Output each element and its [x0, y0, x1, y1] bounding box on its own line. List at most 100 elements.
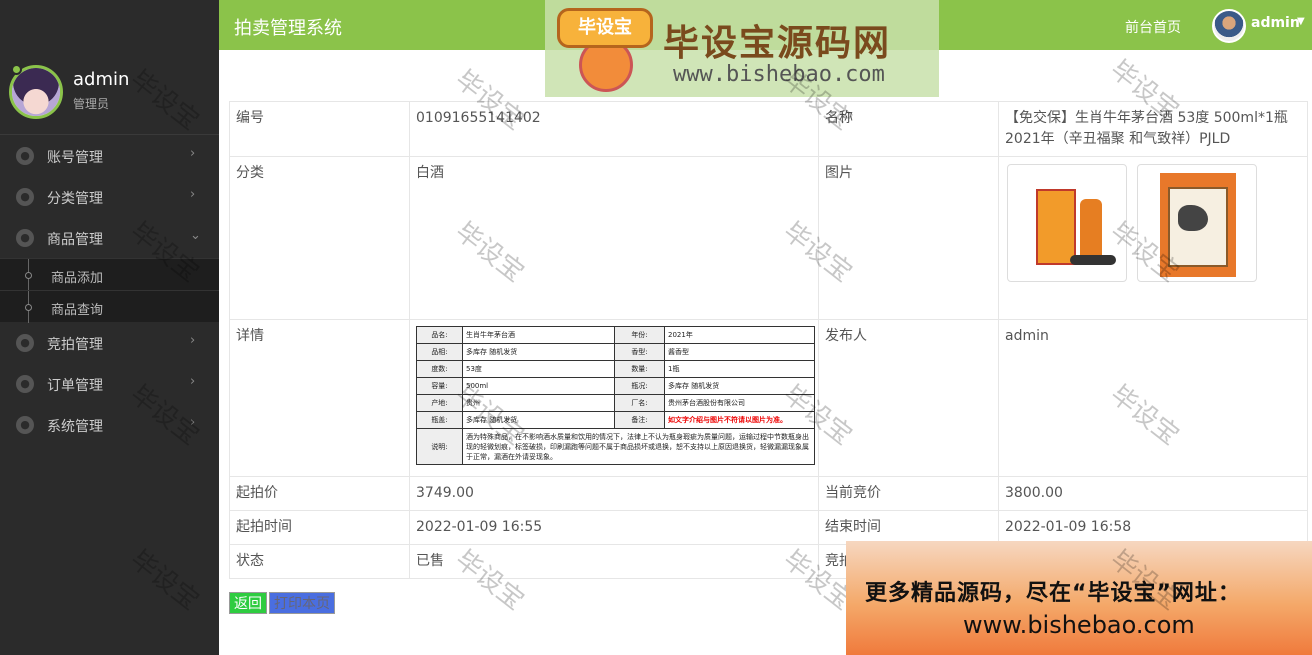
sidebar-item-account[interactable]: ● 账号管理 › — [0, 135, 219, 176]
product-label-art — [1178, 205, 1208, 231]
app-title: 拍卖管理系统 — [234, 18, 342, 39]
globe-icon: ● — [16, 188, 34, 206]
mascot-icon: 毕设宝 — [557, 8, 653, 92]
spec-value: 2021年 — [664, 326, 815, 344]
sidebar-item-label: 分类管理 — [47, 191, 103, 207]
value-start-time: 2022-01-09 16:55 — [409, 510, 819, 545]
watermark-title: 毕设宝源码网 — [663, 23, 892, 64]
product-image[interactable] — [1137, 164, 1257, 282]
promo-line: 更多精品源码，尽在“毕设宝”网址： — [865, 581, 1241, 606]
spec-key: 数量: — [614, 360, 665, 378]
spec-row: 瓶盖: 多库存 随机发货 备注: 如文字介绍与图片不符请以图片为准。 — [416, 411, 815, 429]
spec-value: 贵州茅台酒股份有限公司 — [664, 394, 815, 412]
spec-key: 年份: — [614, 326, 665, 344]
spec-key: 容量: — [416, 377, 463, 395]
value-end-time: 2022-01-09 16:58 — [998, 510, 1308, 545]
caret-down-icon[interactable]: ▼ — [1297, 16, 1305, 27]
spec-key: 度数: — [416, 360, 463, 378]
spec-value: 53度 — [462, 360, 615, 378]
spec-key: 瓶盖: — [416, 411, 463, 429]
value-name: 【免交保】生肖牛年茅台酒 53度 500ml*1瓶 2021年（辛丑福聚 和气致… — [998, 101, 1308, 157]
back-button[interactable]: 返回 — [229, 592, 267, 614]
sidebar-item-category[interactable]: ● 分类管理 › — [0, 176, 219, 217]
spec-key: 品相: — [416, 343, 463, 361]
spec-row: 容量: 500ml 瓶况: 多库存 随机发货 — [416, 377, 815, 395]
chevron-down-icon: ⌄ — [190, 228, 201, 243]
spec-value: 酱香型 — [664, 343, 815, 361]
spec-value: 生肖牛年茅台酒 — [462, 326, 615, 344]
table-row: 起拍时间 2022-01-09 16:55 结束时间 2022-01-09 16… — [229, 510, 1308, 545]
promo-banner: 更多精品源码，尽在“毕设宝”网址： www.bishebao.com — [846, 541, 1312, 655]
table-row: 起拍价 3749.00 当前竞价 3800.00 — [229, 476, 1308, 511]
spec-value: 1瓶 — [664, 360, 815, 378]
spec-row: 品名: 生肖牛年茅台酒 年份: 2021年 — [416, 326, 815, 344]
product-box — [1036, 189, 1076, 265]
chevron-right-icon: › — [190, 146, 196, 161]
table-row: 编号 01091655141402 名称 【免交保】生肖牛年茅台酒 53度 50… — [229, 101, 1308, 157]
value-category: 白酒 — [409, 156, 819, 320]
spec-value: 多库存 随机发货 — [462, 411, 615, 429]
spec-row: 说明: 酒为特殊商品，在不影响酒水质量和饮用的情况下，法律上不认为瓶身瑕疵为质量… — [416, 428, 815, 465]
spec-key: 备注: — [614, 411, 665, 429]
profile-name: admin — [73, 69, 130, 90]
label-name: 名称 — [818, 101, 999, 157]
globe-icon: ● — [16, 229, 34, 247]
online-status-icon — [11, 64, 22, 75]
value-status: 已售 — [409, 544, 819, 579]
spec-value: 贵州 — [462, 394, 615, 412]
watermark-url: www.bishebao.com — [673, 62, 885, 87]
spec-value: 500ml — [462, 377, 615, 395]
value-detail: 品名: 生肖牛年茅台酒 年份: 2021年 品相: 多库存 随机发货 香型: 酱… — [409, 319, 819, 477]
sidebar-subitem-goods-add[interactable]: 商品添加 — [0, 258, 219, 291]
watermark-logo: 毕设宝 毕设宝源码网 www.bishebao.com — [545, 0, 939, 97]
spec-row: 度数: 53度 数量: 1瓶 — [416, 360, 815, 378]
sidebar-item-system[interactable]: ● 系统管理 › — [0, 404, 219, 445]
spec-key: 说明: — [416, 428, 463, 465]
header-avatar[interactable] — [1212, 9, 1246, 43]
sidebar-item-label: 账号管理 — [47, 150, 103, 166]
sidebar-subitem-label: 商品查询 — [51, 303, 104, 318]
globe-icon: ● — [16, 416, 34, 434]
chevron-right-icon: › — [190, 187, 196, 202]
action-buttons: 返回 打印本页 — [229, 592, 337, 614]
spec-row: 品相: 多库存 随机发货 香型: 酱香型 — [416, 343, 815, 361]
circle-icon — [25, 272, 32, 279]
globe-icon: ● — [16, 147, 34, 165]
sidebar-subitem-goods-query[interactable]: 商品查询 — [0, 290, 219, 323]
sidebar-item-label: 订单管理 — [47, 378, 103, 394]
user-profile: admin 管理员 — [0, 55, 219, 135]
label-id: 编号 — [229, 101, 410, 157]
sidebar-item-label: 竞拍管理 — [47, 337, 103, 353]
sidebar-item-orders[interactable]: ● 订单管理 › — [0, 363, 219, 404]
profile-role: 管理员 — [73, 97, 110, 111]
chevron-right-icon: › — [190, 374, 196, 389]
chevron-right-icon: › — [190, 415, 196, 430]
sidebar-item-label: 系统管理 — [47, 419, 103, 435]
globe-icon: ● — [16, 334, 34, 352]
circle-icon — [25, 304, 32, 311]
logo-badge: 毕设宝 — [557, 8, 653, 48]
print-button[interactable]: 打印本页 — [269, 592, 335, 614]
frontend-home-link[interactable]: 前台首页 — [1125, 17, 1181, 37]
label-start-price: 起拍价 — [229, 476, 410, 511]
spec-key: 厂名: — [614, 394, 665, 412]
sidebar-menu: ● 账号管理 › ● 分类管理 › ● 商品管理 ⌄ 商品添加 商品查询 ● 竞… — [0, 135, 219, 445]
spec-key: 香型: — [614, 343, 665, 361]
spec-key: 品名: — [416, 326, 463, 344]
sidebar-item-bidding[interactable]: ● 竞拍管理 › — [0, 322, 219, 363]
label-start-time: 起拍时间 — [229, 510, 410, 545]
product-image[interactable] — [1007, 164, 1127, 282]
spec-table: 品名: 生肖牛年茅台酒 年份: 2021年 品相: 多库存 随机发货 香型: 酱… — [416, 326, 815, 465]
spec-value: 多库存 随机发货 — [462, 343, 615, 361]
spec-key: 产地: — [416, 394, 463, 412]
goods-detail-table: 编号 01091655141402 名称 【免交保】生肖牛年茅台酒 53度 50… — [229, 101, 1308, 579]
header-username[interactable]: admin — [1251, 15, 1300, 31]
sidebar-item-label: 商品管理 — [47, 232, 103, 248]
value-id: 01091655141402 — [409, 101, 819, 157]
sidebar-item-goods[interactable]: ● 商品管理 ⌄ — [0, 217, 219, 258]
label-publisher: 发布人 — [818, 319, 999, 477]
promo-url: www.bishebao.com — [963, 611, 1195, 639]
spec-value: 如文字介绍与图片不符请以图片为准。 — [664, 411, 815, 429]
value-images — [998, 156, 1308, 320]
value-start-price: 3749.00 — [409, 476, 819, 511]
